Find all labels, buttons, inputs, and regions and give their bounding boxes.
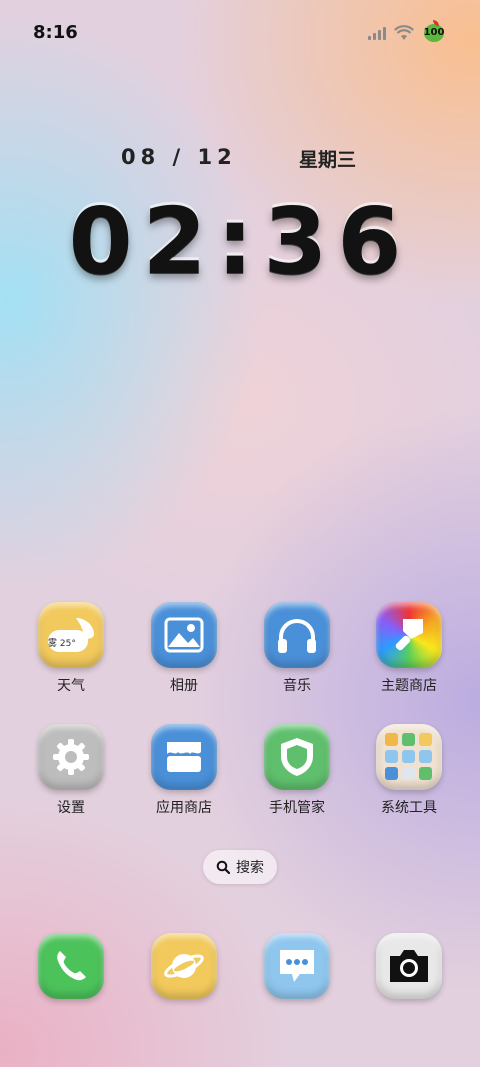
app-gallery[interactable]: 相册 [134, 602, 234, 695]
folder-label: 系统工具 [381, 800, 437, 816]
app-weather[interactable]: 雾 25° 天气 [21, 602, 121, 695]
battery-level: 100 [423, 27, 445, 38]
app-label: 天气 [57, 678, 85, 694]
app-label: 主题商店 [381, 678, 437, 694]
brush-icon [376, 602, 442, 668]
app-label: 音乐 [283, 678, 311, 694]
app-label: 设置 [57, 800, 85, 816]
message-icon [264, 933, 330, 999]
app-settings[interactable]: 设置 [21, 724, 121, 817]
phone-icon [38, 933, 104, 999]
search-icon [216, 860, 230, 874]
wifi-icon [394, 25, 414, 40]
date-text: 08 / 12 [121, 145, 237, 169]
app-theme-store[interactable]: 主题商店 [359, 602, 459, 695]
store-icon [151, 724, 217, 790]
signal-icon [368, 26, 386, 40]
app-label: 手机管家 [269, 800, 325, 816]
shield-icon [264, 724, 330, 790]
status-bar: 8:16 100 [0, 0, 480, 68]
weather-text: 雾 25° [48, 639, 76, 649]
gear-icon [38, 724, 104, 790]
dock-messages[interactable] [247, 933, 347, 999]
search-button[interactable]: 搜索 [203, 850, 277, 884]
status-icons: 100 [368, 20, 446, 44]
weather-icon: 雾 25° [38, 602, 104, 668]
dock-phone[interactable] [21, 933, 121, 999]
camera-icon [376, 933, 442, 999]
folder-icon [376, 724, 442, 790]
weekday-text: 星期三 [299, 149, 357, 171]
headphones-icon [264, 602, 330, 668]
app-music[interactable]: 音乐 [247, 602, 347, 695]
app-app-store[interactable]: 应用商店 [134, 724, 234, 817]
app-label: 相册 [170, 678, 198, 694]
planet-icon [151, 933, 217, 999]
dock-browser[interactable] [134, 933, 234, 999]
battery-icon: 100 [422, 20, 446, 44]
clock-widget[interactable]: 02:36 [0, 188, 480, 295]
dock-camera[interactable] [359, 933, 459, 999]
app-label: 应用商店 [156, 800, 212, 816]
search-label: 搜索 [236, 860, 264, 876]
folder-system-tools[interactable]: 系统工具 [359, 724, 459, 817]
status-time: 8:16 [33, 22, 78, 43]
gallery-icon [151, 602, 217, 668]
app-phone-manager[interactable]: 手机管家 [247, 724, 347, 817]
